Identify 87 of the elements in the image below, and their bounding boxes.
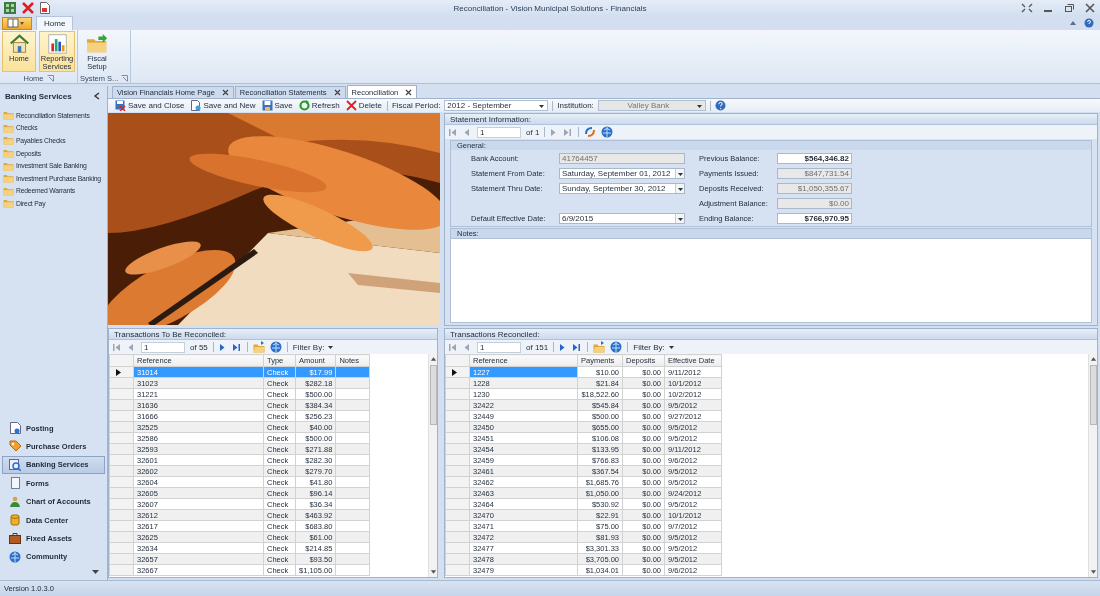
toolbar-button[interactable]: Save and Close bbox=[114, 99, 186, 112]
delete-icon bbox=[345, 100, 357, 111]
document-icon bbox=[9, 422, 21, 435]
globe-icon[interactable] bbox=[601, 126, 614, 138]
panel-title: Transactions Reconciled: bbox=[450, 329, 540, 339]
field-label: Fiscal Period: bbox=[391, 101, 441, 110]
globe-icon[interactable] bbox=[269, 341, 282, 353]
toolbar-button[interactable]: Save and New bbox=[189, 99, 257, 112]
globe-icon bbox=[9, 550, 21, 563]
panel-title: Transactions To Be Reconciled: bbox=[114, 329, 227, 339]
globe-icon[interactable] bbox=[610, 341, 623, 353]
last-page-button[interactable] bbox=[232, 343, 242, 351]
help-icon[interactable] bbox=[1084, 18, 1094, 28]
folder-icon bbox=[3, 122, 14, 133]
toolbar-button[interactable]: Delete bbox=[344, 99, 383, 112]
scrollbar[interactable] bbox=[428, 354, 437, 577]
pane-title: Banking Services bbox=[5, 91, 72, 101]
close-icon[interactable] bbox=[221, 89, 229, 96]
ribbon-tab[interactable]: Home bbox=[36, 16, 74, 30]
swirl-icon[interactable] bbox=[584, 126, 597, 138]
last-page-button[interactable] bbox=[573, 343, 583, 351]
save-new-icon bbox=[190, 100, 202, 111]
page-count: of 1 bbox=[526, 127, 540, 137]
folder-icon bbox=[3, 148, 14, 159]
toolbar-button[interactable]: Save bbox=[260, 99, 294, 112]
folder-icon bbox=[3, 173, 14, 184]
page-count: of 151 bbox=[526, 342, 549, 352]
amount-field[interactable]: $766,970.95 bbox=[777, 213, 852, 224]
page-number-field[interactable]: 1 bbox=[477, 126, 521, 138]
close-icon[interactable] bbox=[1084, 3, 1096, 13]
caret-icon bbox=[695, 102, 703, 109]
field-label: Institution: bbox=[557, 101, 594, 110]
grid-icon[interactable] bbox=[4, 2, 16, 14]
scroll-up-icon[interactable] bbox=[1089, 356, 1097, 362]
caret-icon bbox=[676, 215, 684, 222]
caret-icon bbox=[327, 344, 335, 350]
dialog-launcher-icon[interactable] bbox=[121, 74, 129, 82]
page-count: of 55 bbox=[190, 342, 208, 352]
save-close-icon bbox=[115, 100, 126, 111]
toolbar-button[interactable]: Refresh bbox=[297, 99, 341, 112]
refresh-icon bbox=[298, 100, 310, 111]
cross-icon[interactable] bbox=[22, 2, 34, 14]
scroll-thumb[interactable] bbox=[1089, 365, 1097, 425]
restore-icon[interactable] bbox=[1063, 3, 1075, 13]
filter-dropdown[interactable]: Filter By: bbox=[633, 342, 675, 352]
people-icon bbox=[9, 495, 21, 508]
close-icon[interactable] bbox=[333, 89, 341, 96]
page-number-field[interactable]: 1 bbox=[477, 341, 521, 353]
caret-icon bbox=[667, 344, 675, 350]
dialog-launcher-icon[interactable] bbox=[46, 74, 54, 82]
house-icon bbox=[7, 33, 31, 54]
page-icon bbox=[9, 477, 21, 490]
briefcase-icon bbox=[9, 532, 21, 545]
caret-icon bbox=[538, 102, 546, 109]
application-menu-button[interactable] bbox=[2, 17, 32, 30]
folder-icon bbox=[3, 160, 14, 171]
document-icon[interactable] bbox=[40, 2, 50, 14]
folder-icon bbox=[3, 198, 14, 209]
fiscal-period-dropdown[interactable]: 2012 - September bbox=[444, 100, 549, 111]
date-field[interactable]: Sunday, September 30, 2012 bbox=[559, 183, 685, 194]
folder-icon[interactable] bbox=[252, 341, 265, 353]
fullscreen-icon[interactable] bbox=[1021, 3, 1033, 13]
filter-dropdown[interactable]: Filter By: bbox=[292, 342, 335, 352]
scroll-down-icon[interactable] bbox=[429, 569, 437, 575]
scroll-thumb[interactable] bbox=[429, 365, 437, 425]
page-number-field[interactable]: 1 bbox=[141, 341, 185, 353]
date-field[interactable]: Saturday, September 01, 2012 bbox=[559, 168, 685, 179]
scroll-down-icon[interactable] bbox=[1089, 569, 1097, 575]
window-title: Reconciliation - Vision Municipal Solutions - Financials bbox=[452, 3, 648, 13]
database-icon bbox=[9, 514, 21, 526]
folder-icon bbox=[3, 110, 14, 121]
help-icon[interactable] bbox=[714, 100, 726, 111]
scroll-up-icon[interactable] bbox=[429, 356, 437, 362]
close-icon[interactable] bbox=[405, 88, 413, 96]
panel-title: Statement Information: bbox=[450, 114, 531, 124]
collapse-icon[interactable] bbox=[93, 92, 101, 100]
magnifier-icon bbox=[9, 458, 21, 471]
tag-icon bbox=[9, 440, 21, 453]
amount-field[interactable]: $564,346.82 bbox=[777, 153, 852, 164]
bar-chart-icon bbox=[45, 33, 69, 54]
caret-icon[interactable] bbox=[92, 569, 99, 575]
folder-icon[interactable] bbox=[593, 341, 606, 353]
folder-icon bbox=[3, 135, 14, 146]
scrollbar[interactable] bbox=[1088, 354, 1097, 577]
folder-icon bbox=[3, 185, 14, 196]
folder-arrow-icon bbox=[85, 33, 109, 54]
date-field[interactable]: 6/9/2015 bbox=[559, 213, 685, 224]
